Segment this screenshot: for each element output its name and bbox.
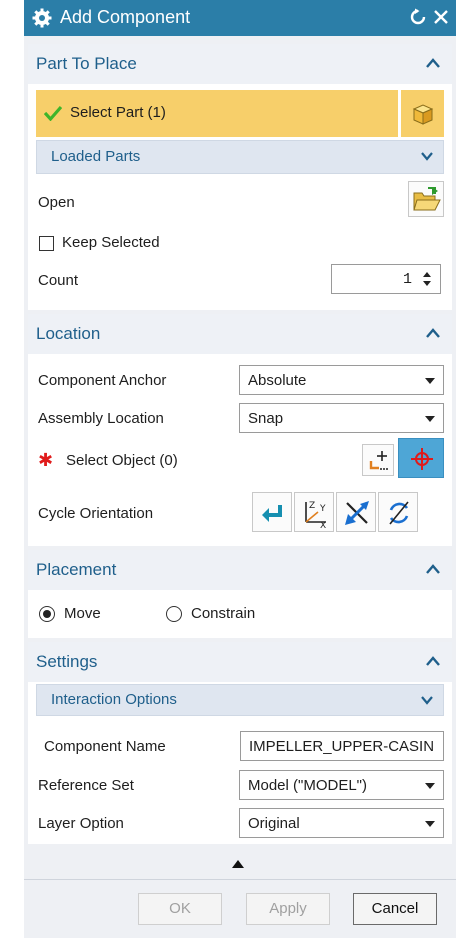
chevron-down-icon[interactable] [421, 695, 433, 705]
interaction-options-label: Interaction Options [51, 691, 177, 708]
dialog-title: Add Component [60, 7, 191, 27]
settings-group: Settings Interaction Options Component N… [28, 642, 452, 844]
move-radio[interactable] [39, 606, 55, 622]
dropdown-arrow-icon [425, 821, 435, 827]
reference-set-label: Reference Set [38, 777, 134, 794]
location-group: Location Component Anchor Absolute Assem… [28, 314, 452, 546]
interaction-options-header[interactable]: Interaction Options [36, 684, 444, 716]
title-bar: Add Component [24, 0, 456, 36]
csys-orientation-button[interactable]: Z Y X [294, 492, 334, 532]
svg-text:Z: Z [309, 501, 315, 511]
location-header[interactable]: Location [28, 314, 452, 354]
apply-button[interactable]: Apply [246, 893, 330, 925]
rotate-orientation-button[interactable] [378, 492, 418, 532]
placement-header[interactable]: Placement [28, 550, 452, 590]
layer-option-dropdown[interactable]: Original [239, 808, 444, 838]
reverse-arrows-icon [345, 501, 369, 525]
reference-set-dropdown[interactable]: Model ("MODEL") [239, 770, 444, 800]
svg-text:X: X [320, 521, 326, 528]
rotate-icon [389, 501, 409, 525]
select-part-row[interactable]: Select Part (1) [36, 90, 398, 137]
crosshair-icon [411, 448, 433, 470]
cube-icon [412, 104, 434, 125]
move-label: Move [64, 605, 101, 622]
component-anchor-label: Component Anchor [38, 372, 167, 389]
settings-header[interactable]: Settings [28, 642, 452, 682]
folder-open-icon [413, 187, 441, 211]
required-asterisk: ✱ [38, 450, 54, 470]
part-to-place-header[interactable]: Part To Place [28, 44, 452, 84]
add-component-dialog: Add Component Part To Place Select Part … [24, 0, 456, 938]
more-options-toggle[interactable] [28, 850, 452, 878]
csys-axes-icon: Z Y X [305, 501, 326, 528]
cancel-button[interactable]: Cancel [353, 893, 437, 925]
count-value: 1 [402, 271, 412, 288]
constrain-radio[interactable] [166, 606, 182, 622]
gear-icon[interactable] [32, 8, 52, 28]
select-object-label: Select Object (0) [66, 452, 178, 469]
part-selector-button[interactable] [401, 90, 444, 137]
assembly-location-label: Assembly Location [38, 410, 164, 427]
reference-set-value: Model ("MODEL") [248, 777, 368, 794]
component-name-label: Component Name [44, 738, 166, 755]
collapse-caret-icon[interactable] [426, 328, 440, 338]
footer-divider [24, 879, 456, 880]
stepper-arrows-icon[interactable] [422, 269, 432, 289]
keep-selected-label: Keep Selected [62, 234, 160, 251]
close-icon[interactable] [433, 9, 449, 25]
constrain-label: Constrain [191, 605, 256, 622]
point-dialog-button[interactable] [398, 438, 444, 478]
loaded-parts-header[interactable]: Loaded Parts [36, 140, 444, 174]
point-add-icon [369, 451, 388, 470]
collapse-caret-icon[interactable] [426, 656, 440, 666]
count-label: Count [38, 272, 79, 289]
svg-text:Y: Y [319, 504, 326, 514]
layer-option-label: Layer Option [38, 815, 124, 832]
group-title: Part To Place [36, 54, 137, 73]
placement-group: Placement Move Constrain [28, 550, 452, 638]
layer-option-value: Original [248, 815, 300, 832]
dropdown-arrow-icon [425, 378, 435, 384]
return-arrow-icon [262, 505, 282, 522]
radio-selected-dot [43, 610, 51, 618]
loaded-parts-label: Loaded Parts [51, 148, 141, 165]
part-to-place-group: Part To Place Select Part (1) Loaded Par… [28, 44, 452, 310]
dropdown-arrow-icon [425, 416, 435, 422]
assembly-location-value: Snap [248, 410, 284, 427]
cycle-orientation-label: Cycle Orientation [38, 505, 154, 522]
collapse-caret-icon[interactable] [426, 58, 440, 68]
chevron-down-icon[interactable] [421, 151, 433, 161]
reset-icon[interactable] [409, 8, 427, 26]
select-part-label: Select Part (1) [70, 104, 166, 121]
group-title: Placement [36, 560, 117, 579]
keep-selected-checkbox[interactable] [39, 236, 54, 251]
component-anchor-value: Absolute [248, 372, 307, 389]
group-title: Settings [36, 652, 98, 671]
component-anchor-dropdown[interactable]: Absolute [239, 365, 444, 395]
dropdown-arrow-icon [425, 783, 435, 789]
reset-orientation-button[interactable] [252, 492, 292, 532]
open-label: Open [38, 194, 75, 211]
ok-button[interactable]: OK [138, 893, 222, 925]
collapse-caret-icon[interactable] [426, 564, 440, 574]
group-title: Location [36, 324, 101, 343]
count-stepper[interactable]: 1 [331, 264, 441, 294]
add-point-button[interactable] [362, 444, 394, 476]
component-name-input[interactable]: IMPELLER_UPPER-CASIN [240, 731, 444, 761]
check-icon [44, 105, 62, 121]
assembly-location-dropdown[interactable]: Snap [239, 403, 444, 433]
reverse-direction-button[interactable] [336, 492, 376, 532]
caret-up-icon[interactable] [232, 860, 244, 868]
open-button[interactable] [408, 181, 444, 217]
component-name-value: IMPELLER_UPPER-CASIN [249, 738, 435, 755]
